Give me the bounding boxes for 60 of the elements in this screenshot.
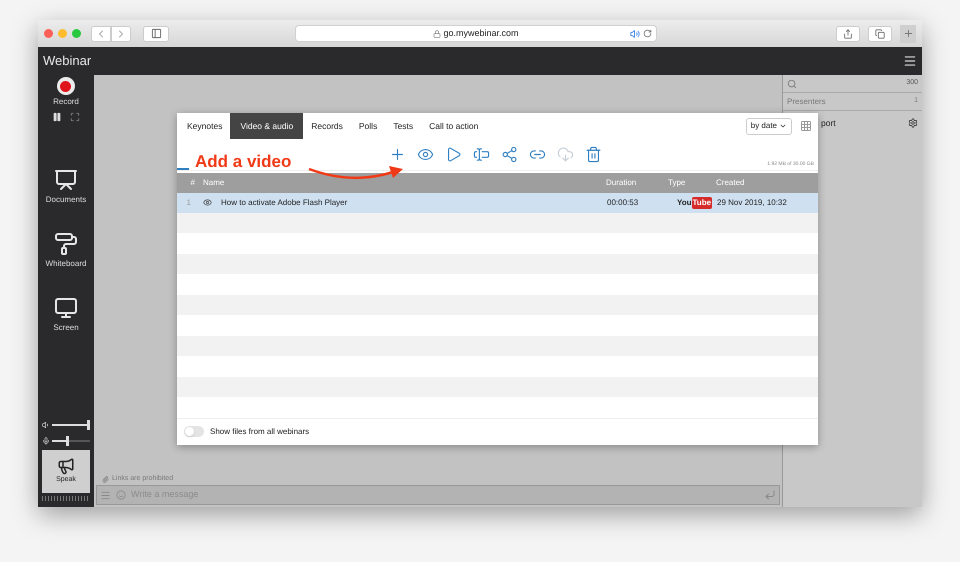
close-window-icon[interactable] [44,29,53,38]
monitor-icon [54,296,78,320]
column-header: # [190,177,195,190]
speaker-icon[interactable] [630,28,640,38]
menu-icon[interactable] [903,54,917,68]
settings-icon[interactable] [908,118,918,128]
slider-thumb[interactable] [87,420,90,430]
rename-icon[interactable] [473,146,490,164]
volume-icon [42,421,50,429]
grip-bar [42,496,90,501]
record-button[interactable]: Record [53,77,79,108]
new-tab-button[interactable] [900,24,916,42]
youtube-logo: YouTube [677,196,714,209]
lock-icon [433,30,442,38]
tabs-icon [875,28,885,38]
mic-icon [42,437,50,445]
column-header: Duration [606,177,638,190]
column-header: Name [203,177,226,190]
column-header: Type [668,177,686,190]
column-header: Created [716,177,744,190]
annotation-text: Add a video [195,151,292,173]
slider-thumb[interactable] [66,436,69,446]
megaphone-icon [57,457,75,476]
search-icon[interactable] [787,78,797,88]
slider[interactable] [52,436,90,446]
eye-icon[interactable] [203,198,212,208]
share-icon [843,28,853,38]
easel-icon [54,168,78,192]
address-bar[interactable]: go.mywebinar.com [295,25,657,42]
toggle-switch[interactable] [184,426,204,438]
reload-icon[interactable] [643,29,652,38]
created-cell: 29 Nov 2019, 10:32 [717,196,787,209]
table-row[interactable]: 1 How to activate Adobe Flash Player 00:00:53 YouTube 29 Nov 2019, 10:32 [177,192,818,213]
share-button[interactable] [836,26,860,42]
sidebar-button[interactable] [143,26,169,42]
plus-icon [902,28,914,39]
fullscreen-icon[interactable] [70,112,80,122]
trash-icon[interactable] [585,146,602,164]
toggle-label: Show files from all webinars [210,426,310,438]
presenters-label: Presenters [787,96,826,108]
paperclip-icon [102,476,109,482]
duration-cell-text: 00:00:53 [607,196,640,209]
participant-name: port [821,116,836,130]
grid-view-icon[interactable] [800,120,812,132]
sidebar-tool-button[interactable]: Whiteboard [46,232,86,270]
tab[interactable]: Video & audio [230,113,304,140]
slider[interactable] [52,420,90,430]
app-title: Webinar [43,52,92,70]
url-text: go.mywebinar.com [443,26,519,40]
share-icon[interactable] [501,146,518,164]
sidebar-tool-button[interactable]: Documents [46,168,86,206]
file-name: How to activate Adobe Flash Player [221,196,348,209]
sort-dropdown[interactable]: by date [746,118,792,135]
pause-icon[interactable] [52,112,62,122]
row-number: 1 [186,196,191,209]
sidebar-tool-button[interactable]: Screen [46,296,86,334]
play-icon[interactable] [445,146,462,164]
paint-roller-icon [54,232,78,256]
sidebar-icon [150,28,162,39]
tabs-button[interactable] [868,26,892,42]
